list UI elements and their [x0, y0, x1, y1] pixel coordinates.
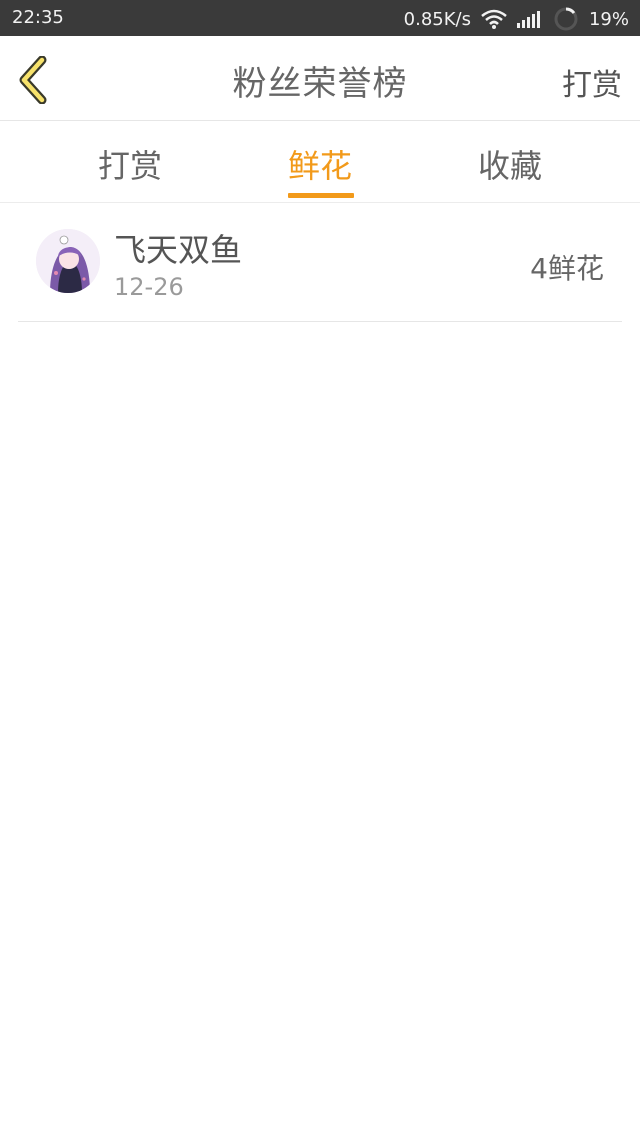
fan-list: 飞天双鱼 12-26 4鲜花 — [0, 203, 640, 322]
page-title: 粉丝荣誉榜 — [232, 64, 408, 104]
avatar-image — [36, 229, 100, 293]
user-date: 12-26 — [114, 273, 184, 301]
list-item[interactable]: 飞天双鱼 12-26 4鲜花 — [18, 203, 622, 322]
reward-button[interactable]: 打赏 — [562, 60, 622, 104]
battery-percent: 19% — [588, 8, 629, 30]
tab-label: 收藏 — [477, 147, 542, 185]
header-bar: 粉丝荣誉榜 打赏 — [0, 36, 640, 121]
tab-label: 鲜花 — [287, 147, 352, 185]
battery-ring-icon — [553, 6, 579, 32]
status-time: 22:35 — [12, 7, 64, 28]
active-tab-indicator — [288, 193, 354, 198]
user-name: 飞天双鱼 — [114, 231, 243, 269]
status-right-group: 0.85K/s 19% — [404, 6, 629, 32]
wifi-icon — [481, 8, 507, 30]
status-bar: 22:35 0.85K/s 19% — [0, 0, 640, 36]
tab-label: 打赏 — [97, 147, 162, 185]
signal-icon — [516, 10, 543, 28]
tab-flowers[interactable]: 鲜花 — [220, 121, 420, 202]
avatar[interactable] — [36, 229, 100, 293]
tab-bar: 打赏 鲜花 收藏 — [0, 121, 640, 203]
tab-favorites[interactable]: 收藏 — [410, 121, 610, 202]
tab-reward[interactable]: 打赏 — [30, 121, 230, 202]
network-speed: 0.85K/s — [403, 8, 471, 30]
flower-count: 4鲜花 — [530, 252, 604, 285]
